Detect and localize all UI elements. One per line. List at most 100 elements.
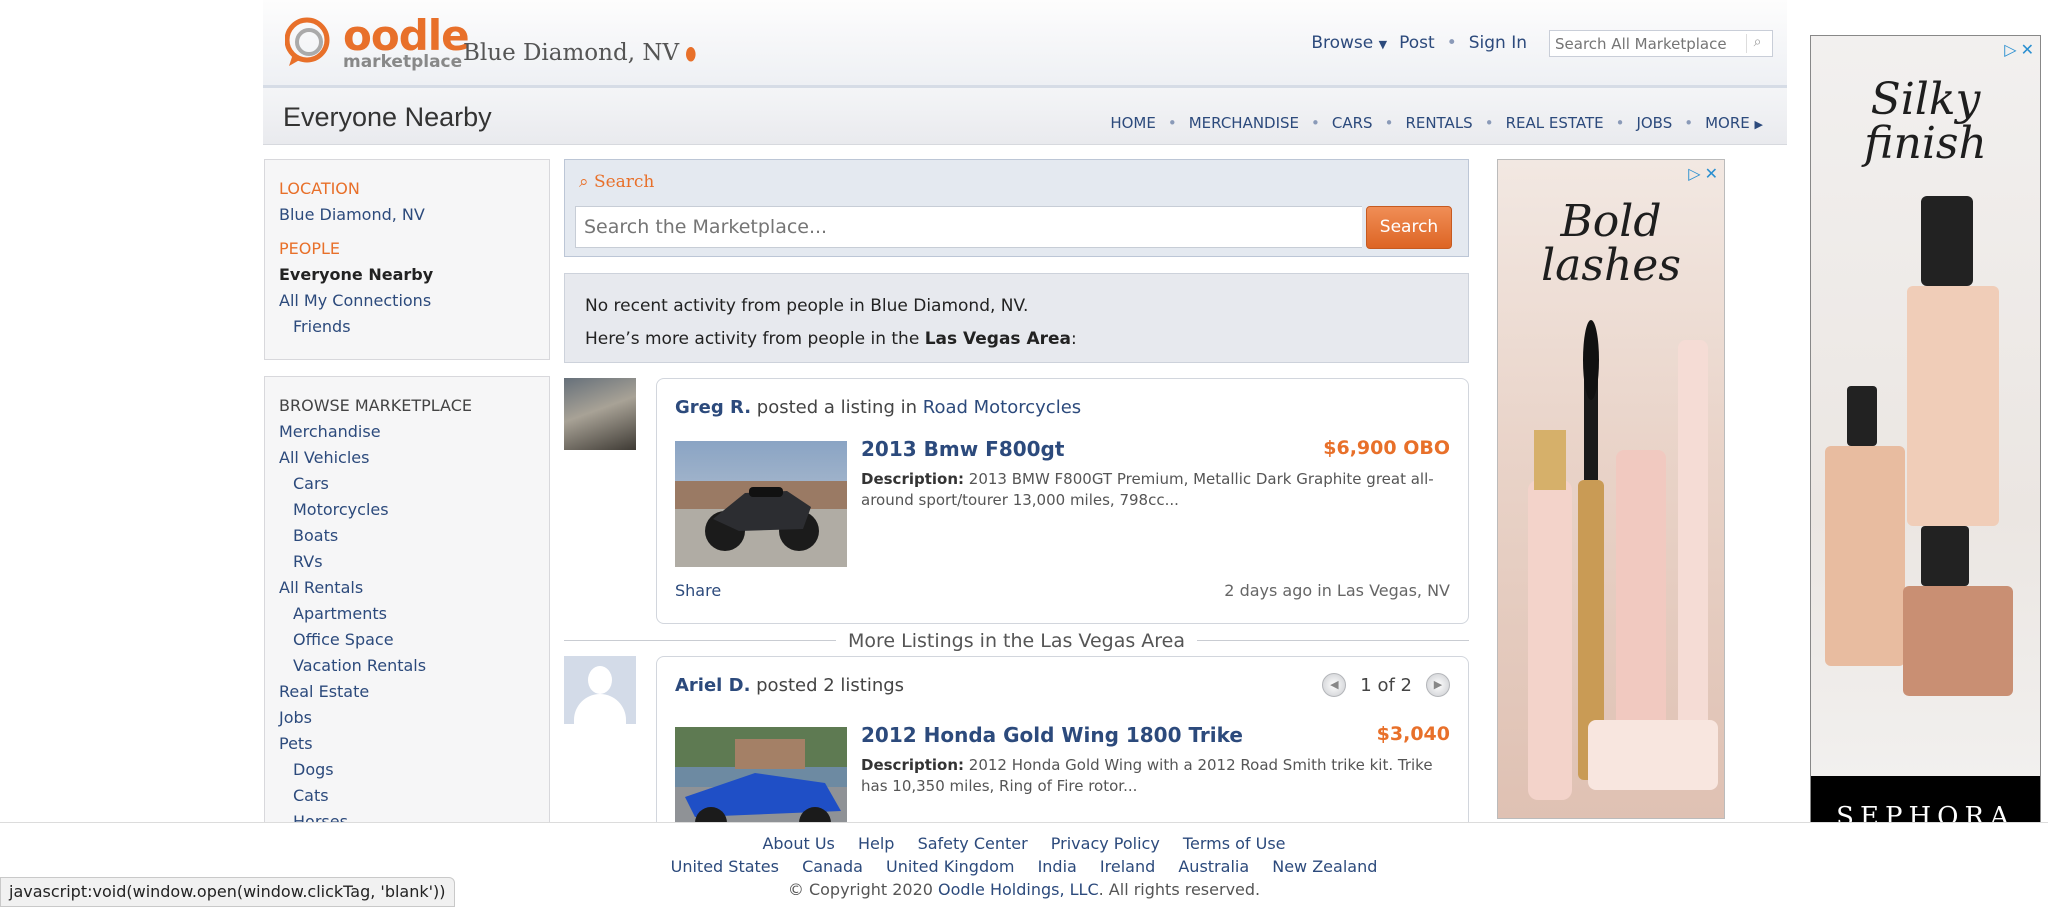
cat-merchandise[interactable]: MERCHANDISE: [1189, 114, 1299, 132]
browse-cats[interactable]: Cats: [279, 783, 535, 809]
share-link[interactable]: Share: [675, 581, 721, 600]
footer-about[interactable]: About Us: [762, 834, 834, 853]
sign-in-link[interactable]: Sign In: [1469, 33, 1527, 53]
ad-choices[interactable]: ▷ ✕: [2004, 40, 2034, 59]
browse-real-estate[interactable]: Real Estate: [279, 679, 535, 705]
current-city[interactable]: Blue Diamond, NV ⬮: [463, 40, 696, 66]
people-everyone-nearby[interactable]: Everyone Nearby: [279, 262, 535, 288]
notice-suffix: :: [1071, 329, 1077, 349]
people-all-connections[interactable]: All My Connections: [279, 288, 535, 314]
avatar-head: [588, 666, 612, 694]
footer-countries: United States Canada United Kingdom Indi…: [0, 855, 2048, 878]
top-search: ⌕: [1549, 30, 1773, 57]
browse-jobs[interactable]: Jobs: [279, 705, 535, 731]
nav-separator: •: [1311, 114, 1320, 132]
nav-separator: •: [1484, 114, 1494, 132]
adchoices-icon[interactable]: ▷: [2004, 40, 2016, 59]
cat-cars[interactable]: CARS: [1332, 114, 1373, 132]
country-uk[interactable]: United Kingdom: [886, 857, 1014, 876]
browser-status-bar: javascript:void(window.open(window.click…: [0, 877, 455, 907]
marketplace-search-input[interactable]: [575, 206, 1362, 248]
footer-safety[interactable]: Safety Center: [918, 834, 1028, 853]
country-ca[interactable]: Canada: [802, 857, 863, 876]
post-user[interactable]: Ariel D.: [675, 675, 750, 696]
nav-separator: •: [1615, 114, 1625, 132]
browse-boats[interactable]: Boats: [279, 523, 535, 549]
browse-menu[interactable]: Browse ▼: [1311, 33, 1387, 53]
post-header: Greg R. posted a listing in Road Motorcy…: [675, 397, 1081, 418]
listing-photo[interactable]: [675, 441, 847, 567]
next-icon[interactable]: ▶: [1426, 673, 1450, 697]
cat-more[interactable]: MORE ▶: [1705, 114, 1763, 132]
listing-title[interactable]: 2013 Bmw F800gt: [861, 437, 1064, 461]
browse-motorcycles[interactable]: Motorcycles: [279, 497, 535, 523]
post-category[interactable]: Road Motorcycles: [923, 397, 1081, 418]
avatar[interactable]: [564, 378, 636, 450]
browse-apartments[interactable]: Apartments: [279, 601, 535, 627]
footer-help[interactable]: Help: [858, 834, 894, 853]
country-au[interactable]: Australia: [1178, 857, 1249, 876]
browse-all-rentals[interactable]: All Rentals: [279, 575, 535, 601]
country-nz[interactable]: New Zealand: [1272, 857, 1377, 876]
pager-count: 1 of 2: [1360, 674, 1412, 696]
listing-description: Description: 2012 Honda Gold Wing with a…: [861, 755, 1450, 797]
country-ie[interactable]: Ireland: [1100, 857, 1155, 876]
country-us[interactable]: United States: [671, 857, 779, 876]
people-friends[interactable]: Friends: [279, 314, 535, 340]
feed-card: Greg R. posted a listing in Road Motorcy…: [656, 378, 1469, 624]
notice-area: Las Vegas Area: [924, 329, 1072, 349]
cat-real-estate[interactable]: REAL ESTATE: [1506, 114, 1604, 132]
browse-office-space[interactable]: Office Space: [279, 627, 535, 653]
logo-sub: marketplace: [343, 52, 463, 72]
copy-prefix: © Copyright 2020: [787, 880, 939, 899]
logo-bubble-icon: [285, 17, 330, 66]
desc-label: Description:: [861, 756, 965, 774]
search-icon[interactable]: ⌕: [1746, 34, 1768, 53]
footer-privacy[interactable]: Privacy Policy: [1051, 834, 1160, 853]
people-heading: PEOPLE: [279, 239, 341, 258]
ad-headline-line-1: Bold: [1560, 196, 1662, 247]
people-sidebar: LOCATION Blue Diamond, NV PEOPLE Everyon…: [264, 159, 550, 360]
search-button[interactable]: Search: [1366, 206, 1452, 249]
cat-home[interactable]: HOME: [1110, 114, 1156, 132]
adchoices-icon[interactable]: ▷: [1688, 164, 1700, 183]
cosmetics-illustration: [1528, 320, 1718, 800]
footer-terms[interactable]: Terms of Use: [1183, 834, 1286, 853]
oodle-logo[interactable]: oodle marketplace: [285, 14, 470, 72]
cat-rentals[interactable]: RENTALS: [1405, 114, 1472, 132]
browse-dogs[interactable]: Dogs: [279, 757, 535, 783]
activity-notice: No recent activity from people in Blue D…: [564, 273, 1469, 363]
close-icon[interactable]: ✕: [1705, 164, 1718, 183]
ad-skyscraper[interactable]: ▷ ✕ Silky finish SEPHORA: [1810, 35, 2041, 835]
listing-title[interactable]: 2012 Honda Gold Wing 1800 Trike: [861, 723, 1243, 747]
browse-pets[interactable]: Pets: [279, 731, 535, 757]
page-title: Everyone Nearby: [283, 102, 492, 132]
copy-company[interactable]: Oodle Holdings, LLC: [938, 880, 1099, 899]
browse-merchandise[interactable]: Merchandise: [279, 419, 535, 445]
ad-banner[interactable]: ▷ ✕ Bold lashes: [1497, 159, 1725, 819]
map-pin-icon: ⬮: [685, 44, 697, 65]
site-header: oodle marketplace Blue Diamond, NV ⬮ Brow…: [263, 0, 1787, 88]
location-link[interactable]: Blue Diamond, NV: [279, 202, 535, 228]
country-in[interactable]: India: [1038, 857, 1077, 876]
browse-all-vehicles[interactable]: All Vehicles: [279, 445, 535, 471]
avatar[interactable]: [564, 656, 636, 724]
post-action: posted 2 listings: [750, 675, 905, 696]
ad-headline-line-2: finish: [1864, 118, 1987, 169]
close-icon[interactable]: ✕: [2021, 40, 2034, 59]
post-link[interactable]: Post: [1399, 33, 1435, 53]
listing-price: $6,900 OBO: [1323, 437, 1450, 459]
listing-description: Description: 2013 BMW F800GT Premium, Me…: [861, 469, 1450, 511]
browse-vacation-rentals[interactable]: Vacation Rentals: [279, 653, 535, 679]
foundation-bottles-illustration: [1825, 196, 2013, 696]
top-search-input[interactable]: [1550, 31, 1740, 56]
ad-choices[interactable]: ▷ ✕: [1688, 164, 1718, 183]
cat-jobs[interactable]: JOBS: [1636, 114, 1672, 132]
section-divider: More Listings in the Las Vegas Area: [564, 630, 1469, 652]
browse-sidebar: BROWSE MARKETPLACE Merchandise All Vehic…: [264, 376, 550, 846]
browse-rvs[interactable]: RVs: [279, 549, 535, 575]
motorcycle-photo: [675, 441, 847, 567]
prev-icon[interactable]: ◀: [1322, 673, 1347, 697]
post-user[interactable]: Greg R.: [675, 397, 751, 418]
browse-cars[interactable]: Cars: [279, 471, 535, 497]
